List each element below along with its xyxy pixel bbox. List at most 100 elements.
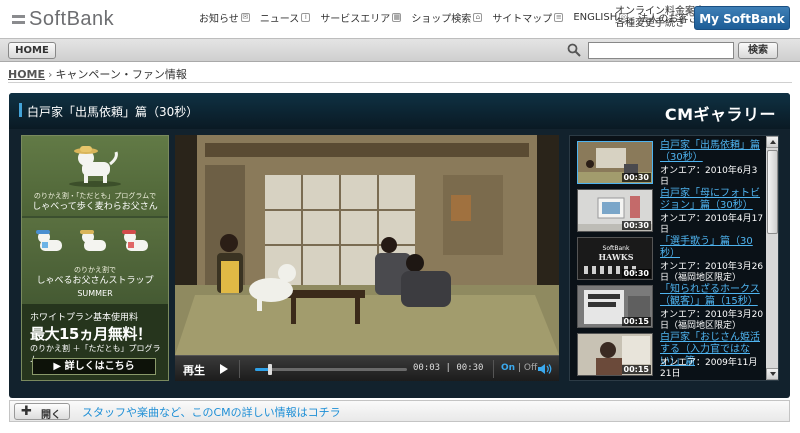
playlist-item[interactable]: 00:30 白戸家「母にフォトビジョン」篇（30秒） オンエア：2010年4月1…	[573, 186, 764, 235]
ad-detail-button[interactable]: ▶ 詳しくはこちら	[32, 358, 156, 375]
playlist-item-title[interactable]: 白戸家「出馬依頼」篇（30秒）	[660, 140, 764, 164]
sitemap-icon: ≡	[554, 13, 564, 22]
mail-icon: ✉	[240, 13, 250, 22]
white-dog-illustration	[69, 146, 121, 187]
speaker-icon[interactable]	[537, 363, 553, 375]
shop-icon: ⌂	[473, 13, 483, 22]
search-input[interactable]	[588, 42, 734, 59]
playlist-item-title[interactable]: 「選手歌う」篇（30秒）	[660, 236, 764, 260]
nav-label: ENGLISH	[573, 12, 618, 23]
playlist-item[interactable]: 00:30 白戸家「出馬依頼」篇（30秒） オンエア：2010年6月3日	[573, 138, 764, 187]
control-divider	[239, 360, 240, 378]
breadcrumb-home-link[interactable]: HOME	[8, 68, 45, 81]
scrollbar-thumb[interactable]	[767, 150, 778, 234]
thumbnail[interactable]: 00:15	[577, 285, 653, 328]
playlist-scrollbar[interactable]	[766, 136, 778, 380]
duration-badge: 00:15	[621, 365, 651, 374]
online-line-1: オンライン料金案内	[615, 6, 705, 17]
playlist-item[interactable]: 00:15 「知られざるホークス（観客）」篇（15秒） オンエア：2010年3月…	[573, 282, 764, 331]
video-title: 白戸家「出馬依頼」篇（30秒）	[27, 105, 199, 119]
playlist-item-meta: オンエア：2010年6月3日	[660, 166, 758, 187]
seek-handle[interactable]	[268, 364, 272, 375]
nav-label: サイトマップ	[492, 14, 553, 25]
playlist-item-title[interactable]: 白戸家「母にフォトビジョン」篇（30秒）	[660, 188, 764, 212]
open-label: 開く	[41, 410, 61, 421]
playlist-item-meta: オンエア：2009年11月21日	[660, 358, 758, 379]
play-icon[interactable]	[220, 364, 228, 374]
online-billing-link[interactable]: オンライン料金案内 各種変更手続き	[615, 6, 705, 30]
softbank-logo-icon	[12, 15, 25, 24]
onoff-separator: |	[517, 363, 521, 373]
title-accent-bar	[19, 103, 22, 117]
scroll-down-arrow-icon[interactable]	[766, 368, 778, 380]
home-button[interactable]: HOME	[8, 42, 56, 59]
breadcrumb: HOME › キャンペーン・ファン情報	[8, 66, 187, 82]
nav-sitemap[interactable]: サイトマップ ≡	[487, 10, 568, 25]
nav-service-area[interactable]: サービスエリア ▦	[315, 10, 406, 25]
total-time: 00:30	[456, 363, 484, 373]
nav-news[interactable]: ニュース i	[255, 10, 316, 25]
nav-label: お知らせ	[199, 14, 239, 25]
sound-toggle[interactable]: On | Off	[501, 363, 537, 373]
playlist-item[interactable]: 00:15 白戸家「おじさん姫活する（入力官ではない）」篇 オンエア：2009年…	[573, 330, 763, 379]
ad-strap-panel: のりかえ割で しゃべるお父さんストラップ SUMMER	[22, 218, 168, 304]
playlist-item[interactable]: SoftBank HAWKS 00:30 「選手歌う」篇（30秒） オンエア：20…	[573, 234, 764, 283]
video-frame-scene	[175, 135, 559, 355]
duration-badge: 00:30	[621, 269, 651, 278]
video-player[interactable]	[175, 135, 559, 355]
sound-on-option[interactable]: On	[501, 363, 515, 373]
mysoftbank-button[interactable]: My SoftBank	[694, 6, 790, 30]
duration-badge: 00:15	[621, 317, 651, 326]
thumbnail[interactable]: SoftBank HAWKS 00:30	[577, 237, 653, 280]
ad-free-headline: 最大15ヵ月無料！	[30, 325, 152, 343]
scroll-up-arrow-icon[interactable]	[766, 136, 778, 148]
nav-label: ショップ検索	[411, 14, 472, 25]
nav-shop-search[interactable]: ショップ検索 ⌂	[406, 10, 487, 25]
cm-details-link[interactable]: スタッフや楽曲など、このCMの詳しい情報はコチラ	[82, 404, 341, 420]
dog-strap-illustration	[36, 230, 148, 251]
info-icon: i	[301, 13, 311, 22]
breadcrumb-separator: ›	[48, 68, 53, 81]
map-icon: ▦	[392, 13, 402, 22]
thumbnail[interactable]: 00:30	[577, 141, 653, 184]
ad-line2b: SUMMER	[77, 289, 113, 298]
svg-text:SoftBank: SoftBank	[603, 245, 630, 252]
gallery-header: 白戸家「出馬依頼」篇（30秒） CMギャラリー	[9, 93, 790, 129]
cm-gallery-panel: 白戸家「出馬依頼」篇（30秒） CMギャラリー のりかえ割・「ただとも」プログラ…	[9, 93, 790, 398]
duration-badge: 00:30	[621, 221, 651, 230]
ad-line2a: しゃべるお父さんストラップ	[36, 276, 154, 286]
play-label[interactable]: 再生	[183, 362, 205, 378]
search-icon	[567, 43, 581, 57]
sound-off-option[interactable]: Off	[524, 363, 537, 373]
campaign-ad-banner[interactable]: のりかえ割・「ただとも」プログラムで しゃべって歩く麦わらお父さん のりかえ割で…	[21, 135, 169, 381]
open-details-button[interactable]: ✚ 開く	[14, 403, 70, 421]
plus-icon: ✚	[21, 404, 32, 419]
duration-badge: 00:30	[621, 173, 651, 182]
time-separator: |	[445, 363, 451, 373]
nav-label: サービスエリア	[320, 14, 391, 25]
seek-bar[interactable]	[255, 364, 407, 375]
ad-dog-panel: のりかえ割・「ただとも」プログラムで しゃべって歩く麦わらお父さん	[22, 136, 168, 216]
nav-news-notice[interactable]: お知らせ ✉	[194, 10, 255, 25]
playlist-item-meta: オンエア：2010年4月17日	[660, 214, 764, 235]
playlist-item-title[interactable]: 「知られざるホークス（観客）」篇（15秒）	[660, 284, 764, 308]
time-display: 00:03 | 00:30	[413, 363, 483, 373]
thumbnail[interactable]: 00:30	[577, 189, 653, 232]
site-header: SoftBank お知らせ ✉ ニュース i サービスエリア ▦ ショップ検索 …	[0, 0, 800, 38]
softbank-logo[interactable]: SoftBank	[12, 8, 114, 31]
breadcrumb-current: キャンペーン・ファン情報	[55, 68, 187, 81]
search-button[interactable]: 検索	[738, 42, 778, 59]
ad-plan-panel: ホワイトプラン基本使用料 最大15ヵ月無料！ のりかえ割 ＋「ただとも」プログラ…	[22, 304, 168, 380]
nav-label: ニュース	[259, 14, 300, 25]
gallery-section-label: CMギャラリー	[664, 105, 776, 124]
player-controls: 再生 00:03 | 00:30 On | Off	[175, 355, 559, 381]
control-divider	[493, 360, 494, 378]
toolbar: HOME 検索	[0, 38, 800, 62]
thumbnail[interactable]: 00:15	[577, 333, 653, 376]
logo-text: SoftBank	[29, 8, 115, 30]
svg-text:HAWKS: HAWKS	[598, 252, 633, 262]
playlist-item-meta: オンエア：2010年3月20日（福岡地区限定）	[660, 310, 764, 331]
divider	[8, 82, 792, 83]
ad-line1: しゃべって歩く麦わらお父さん	[32, 202, 158, 212]
online-line-2: 各種変更手続き	[615, 18, 685, 29]
